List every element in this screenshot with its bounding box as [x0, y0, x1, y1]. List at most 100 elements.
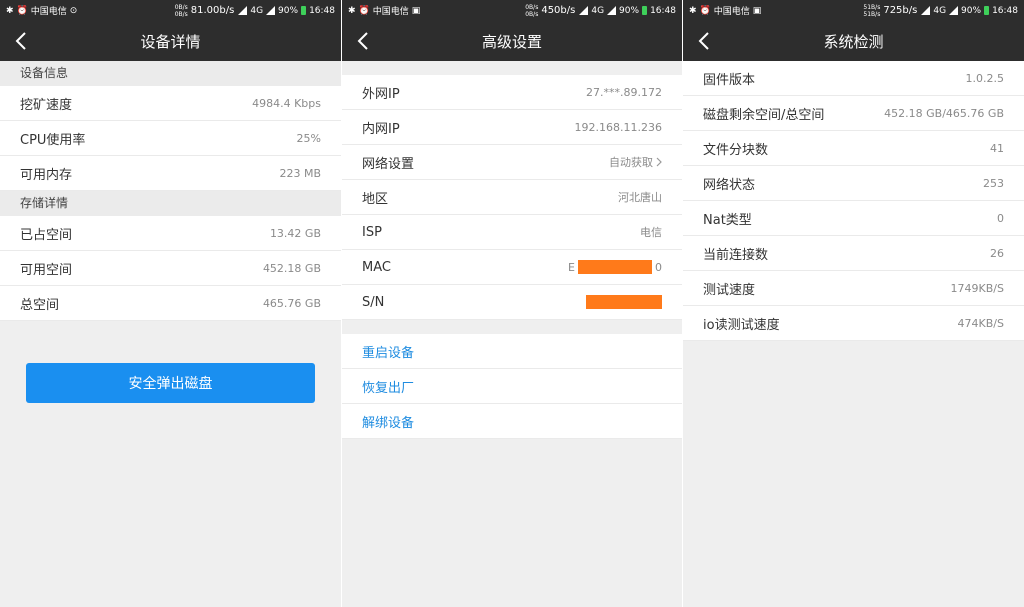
signal-icon: [607, 6, 617, 15]
nav-bar: 高级设置: [342, 21, 682, 61]
row-label: io读测试速度: [703, 317, 780, 333]
back-arrow-icon[interactable]: [14, 31, 34, 51]
network-type: 4G: [933, 5, 947, 16]
status-bar: ✱ ⏰ 中国电信 ⊙ 0B/s 0B/s 81.00b/s 4G 90% 16:4…: [0, 0, 341, 21]
nav-bar: 系统检测: [683, 21, 1024, 61]
page-title: 高级设置: [481, 32, 542, 51]
bluetooth-icon: ✱: [6, 5, 14, 16]
status-bar: ✱ ⏰ 中国电信 ▣ 0B/s 0B/s 450b/s 4G 90% 16:48: [342, 0, 682, 21]
battery-percent: 90%: [278, 5, 299, 16]
row-value: 25%: [296, 131, 321, 145]
row-label: S/N: [362, 294, 385, 310]
network-type: 4G: [591, 5, 605, 16]
info-row-lan-ip: 内网IP 192.168.11.236: [342, 110, 682, 145]
network-type: 4G: [250, 5, 264, 16]
row-label: 网络设置: [362, 156, 415, 172]
reboot-device-button[interactable]: 重启设备: [342, 334, 682, 369]
alarm-icon: ⏰: [16, 5, 28, 16]
row-label: 当前连接数: [703, 247, 769, 263]
section-header-device: 设备信息: [0, 61, 341, 86]
signal-icon: [949, 6, 959, 15]
battery-icon: [301, 6, 307, 15]
row-value: 223 MB: [279, 166, 321, 180]
clock: 16:48: [992, 5, 1018, 16]
info-row-total-space: 总空间 465.76 GB: [0, 286, 341, 321]
eject-wrapper: 安全弹出磁盘: [0, 321, 341, 403]
row-label: 可用空间: [20, 262, 73, 278]
info-row-io-read-speed: io读测试速度 474KB/S: [683, 306, 1024, 341]
info-row-network-status: 网络状态 253: [683, 166, 1024, 201]
redacted-value: [586, 295, 662, 309]
info-row-used-space: 已占空间 13.42 GB: [0, 216, 341, 251]
redaction-block: [578, 260, 652, 274]
speed-small: 0B/s 0B/s: [525, 3, 539, 18]
info-row-mac: MAC E 0: [342, 250, 682, 285]
row-value: 0: [997, 211, 1004, 225]
device-details-screen: ✱ ⏰ 中国电信 ⊙ 0B/s 0B/s 81.00b/s 4G 90% 16:4…: [0, 0, 341, 607]
speed-small: 51B/s 51B/s: [863, 3, 881, 18]
alarm-icon: ⏰: [699, 5, 711, 16]
row-label: ISP: [362, 224, 382, 240]
info-row-test-speed: 测试速度 1749KB/S: [683, 271, 1024, 306]
section-header-storage: 存储详情: [0, 191, 341, 216]
info-row-connections: 当前连接数 26: [683, 236, 1024, 271]
row-value: 452.18 GB/465.76 GB: [884, 106, 1004, 120]
screens-container: ✱ ⏰ 中国电信 ⊙ 0B/s 0B/s 81.00b/s 4G 90% 16:4…: [0, 0, 1024, 607]
info-row-region: 地区 河北唐山: [342, 180, 682, 215]
signal-icon: [579, 6, 589, 15]
row-label: 已占空间: [20, 227, 73, 243]
info-row-firmware: 固件版本 1.0.2.5: [683, 61, 1024, 96]
row-value: 电信: [640, 226, 662, 239]
row-value: 13.42 GB: [269, 226, 321, 240]
alarm-icon: ⏰: [358, 5, 370, 16]
carrier-label: 中国电信: [372, 7, 409, 17]
bluetooth-icon: ✱: [348, 5, 356, 16]
row-value: 27.***.89.172: [586, 85, 662, 99]
battery-icon: [984, 6, 990, 15]
battery-icon: [642, 6, 648, 15]
row-value: 474KB/S: [957, 316, 1004, 330]
speed-big: 725b/s: [883, 5, 918, 16]
row-label: CPU使用率: [20, 132, 86, 148]
bluetooth-icon: ✱: [689, 5, 697, 16]
page-title: 设备详情: [140, 32, 201, 51]
row-label: 内网IP: [362, 121, 400, 137]
image-icon: ▣: [411, 5, 421, 16]
speed-small: 0B/s 0B/s: [174, 3, 188, 18]
clock: 16:48: [309, 5, 335, 16]
row-value: 1749KB/S: [950, 281, 1004, 295]
row-label: 固件版本: [703, 72, 756, 88]
clock: 16:48: [650, 5, 676, 16]
row-value: 河北唐山: [618, 191, 662, 204]
row-label: 磁盘剩余空间/总空间: [703, 107, 825, 123]
unbind-device-button[interactable]: 解绑设备: [342, 404, 682, 439]
carrier-label: 中国电信: [30, 7, 67, 17]
row-label: 外网IP: [362, 86, 400, 102]
system-check-screen: ✱ ⏰ 中国电信 ▣ 51B/s 51B/s 725b/s 4G 90% 16:4…: [682, 0, 1024, 607]
image-icon: ▣: [752, 5, 762, 16]
info-row-cpu: CPU使用率 25%: [0, 121, 341, 156]
signal-icon: [921, 6, 931, 15]
row-label: 文件分块数: [703, 142, 769, 158]
factory-reset-button[interactable]: 恢复出厂: [342, 369, 682, 404]
spacer: [342, 61, 682, 75]
row-value: 自动获取: [609, 156, 653, 169]
speed-big: 81.00b/s: [190, 5, 235, 16]
page-title: 系统检测: [823, 32, 884, 51]
row-label: MAC: [362, 259, 391, 275]
row-value: 192.168.11.236: [574, 120, 662, 134]
eject-disk-button[interactable]: 安全弹出磁盘: [26, 363, 315, 403]
network-settings-row[interactable]: 网络设置 自动获取: [342, 145, 682, 180]
row-value: 1.0.2.5: [965, 71, 1004, 85]
status-bar: ✱ ⏰ 中国电信 ▣ 51B/s 51B/s 725b/s 4G 90% 16:4…: [683, 0, 1024, 21]
advanced-settings-screen: ✱ ⏰ 中国电信 ▣ 0B/s 0B/s 450b/s 4G 90% 16:48 …: [341, 0, 682, 607]
info-row-memory: 可用内存 223 MB: [0, 156, 341, 191]
back-arrow-icon[interactable]: [697, 31, 717, 51]
battery-percent: 90%: [619, 5, 640, 16]
row-label: Nat类型: [703, 212, 752, 228]
signal-icon: [266, 6, 276, 15]
sync-icon: ⊙: [69, 5, 78, 16]
info-row-file-blocks: 文件分块数 41: [683, 131, 1024, 166]
back-arrow-icon[interactable]: [356, 31, 376, 51]
row-label: 地区: [362, 191, 389, 207]
